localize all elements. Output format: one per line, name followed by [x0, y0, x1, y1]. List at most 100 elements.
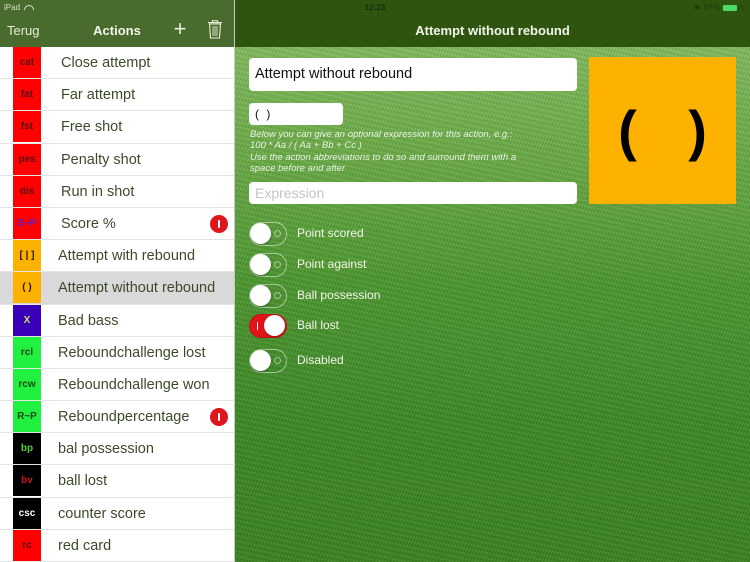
switch-off-mark — [274, 357, 281, 364]
toggle-switch[interactable] — [249, 284, 287, 308]
action-label: Attempt without rebound — [58, 280, 216, 297]
action-label: Attempt with rebound — [58, 248, 196, 265]
action-abbreviation-tile: cat — [13, 47, 41, 78]
action-label: counter score — [58, 505, 146, 522]
toggle-knob[interactable] — [250, 350, 271, 371]
action-list-item[interactable]: bv ball lost — [0, 465, 234, 498]
status-bar-right: ✱ 87% ϟ — [694, 3, 744, 12]
expression-input[interactable] — [249, 182, 577, 204]
action-label: Bad bass — [58, 312, 119, 329]
action-list-item[interactable]: rcl Reboundchallenge lost — [0, 336, 234, 369]
help-line: Below you can give an optional expressio… — [250, 129, 513, 140]
action-list-item[interactable]: fat Far attempt — [0, 79, 234, 112]
action-abbreviation-tile: dis — [13, 175, 41, 207]
switch-on-mark — [257, 322, 258, 330]
help-line: 100 * Aa / ( Aa + Bb + Cc ) — [250, 140, 362, 152]
toggle-label: Ball possession — [297, 288, 381, 302]
status-bar-left: iPad — [4, 3, 32, 12]
warning-mark — [218, 413, 220, 422]
plus-icon[interactable]: + — [171, 18, 189, 40]
help-line: space before and after — [250, 162, 346, 174]
toggle-switch[interactable] — [249, 253, 287, 277]
action-abbreviation-tile: fst — [13, 111, 41, 143]
action-abbreviation-tile: X — [13, 304, 41, 336]
action-abbreviation-tile: rcl — [13, 336, 41, 368]
detail-title: Attempt without rebound — [415, 23, 570, 38]
action-list-item[interactable]: csc counter score — [0, 497, 234, 530]
status-time: 12:23 — [364, 3, 386, 12]
trash-icon[interactable] — [207, 19, 223, 39]
toggle-knob[interactable] — [250, 223, 271, 244]
action-list-item[interactable]: bp bal possession — [0, 433, 234, 466]
toggle-knob[interactable] — [264, 315, 285, 336]
action-abbreviation-tile: rcw — [13, 368, 41, 400]
detail-panel: 12:23 ✱ 87% ϟ Attempt without rebound At… — [235, 0, 750, 562]
toggle-switch[interactable] — [249, 222, 287, 246]
switch-off-mark — [274, 230, 281, 237]
actions-list: cat Close attempt fat Far attempt fst Free sh… — [0, 47, 234, 562]
actions-nav-bar: iPad Terug Actions + — [0, 0, 234, 47]
action-list-item[interactable]: S~P Score % — [0, 207, 234, 241]
action-label: Penalty shot — [61, 151, 141, 168]
action-list-item[interactable]: pes Penalty shot — [0, 143, 234, 176]
action-list-item[interactable]: R~P Reboundpercentage — [0, 401, 234, 434]
action-label: Score % — [61, 215, 116, 232]
action-label: bal possession — [58, 441, 154, 458]
back-button[interactable]: Terug — [7, 23, 40, 38]
actions-panel: iPad Terug Actions + cat Close attempt fat… — [0, 0, 234, 562]
battery-icon — [722, 4, 739, 11]
charging-icon: ϟ — [739, 3, 744, 12]
action-abbreviation-tile: [ | ] — [13, 240, 41, 272]
action-abbreviation-tile: R~P — [13, 401, 41, 433]
action-label: red card — [58, 537, 112, 554]
bluetooth-icon: ✱ — [694, 3, 701, 12]
action-list-item[interactable]: fst Free shot — [0, 111, 234, 144]
device-name: iPad — [4, 3, 21, 12]
wifi-icon — [24, 5, 32, 11]
action-label: Reboundchallenge won — [58, 376, 210, 393]
action-label: ball lost — [58, 473, 108, 490]
action-preview-tile[interactable]: ( ) — [589, 57, 736, 204]
action-abbreviation-tile: fat — [13, 79, 41, 111]
action-label: Far attempt — [61, 87, 136, 104]
action-list-item[interactable]: X Bad bass — [0, 304, 234, 337]
action-abbreviation-tile: bp — [13, 433, 41, 465]
switch-off-mark — [274, 261, 281, 268]
battery-percent: 87% — [703, 3, 720, 12]
toggle-switch[interactable] — [249, 314, 287, 338]
action-abbreviation-tile: ( ) — [13, 272, 41, 304]
warning-icon[interactable] — [210, 408, 228, 427]
action-abbreviation-input[interactable]: ( ) — [249, 103, 343, 125]
action-abbreviation-tile: S~P — [13, 207, 41, 239]
action-abbreviation-tile: pes — [13, 143, 41, 175]
toggle-label: Point scored — [297, 226, 364, 240]
action-list-item[interactable]: dis Run in shot — [0, 175, 234, 208]
warning-icon[interactable] — [210, 214, 228, 233]
toggle-label: Ball lost — [297, 318, 340, 332]
action-list-item[interactable]: ( ) Attempt without rebound — [0, 272, 234, 305]
action-label: Reboundchallenge lost — [58, 344, 206, 361]
toggle-knob[interactable] — [250, 285, 271, 306]
action-name-input[interactable]: Attempt without rebound — [249, 58, 577, 91]
action-abbreviation-tile: rc — [13, 529, 41, 561]
warning-mark — [218, 219, 220, 228]
action-label: Free shot — [61, 119, 123, 136]
expression-help-text: Below you can give an optional expressio… — [250, 129, 580, 174]
action-label: Run in shot — [61, 183, 135, 200]
action-list-item[interactable]: cat Close attempt — [0, 47, 234, 80]
action-list-item[interactable]: [ | ] Attempt with rebound — [0, 240, 234, 273]
action-abbreviation-tile: csc — [13, 497, 41, 529]
toggle-label: Point against — [297, 257, 367, 271]
switch-off-mark — [274, 292, 281, 299]
action-label: Close attempt — [61, 55, 151, 71]
action-list-item[interactable]: rcw Reboundchallenge won — [0, 368, 234, 402]
detail-nav-bar: 12:23 ✱ 87% ϟ Attempt without rebound — [235, 0, 750, 47]
toggle-switch[interactable] — [249, 349, 287, 373]
action-list-item[interactable]: rc red card — [0, 529, 234, 562]
app-root: iPad Terug Actions + cat Close attempt fat… — [0, 0, 750, 562]
toggle-label: Disabled — [297, 353, 344, 367]
help-line: Use the action abbreviations to do so an… — [250, 151, 517, 163]
action-abbreviation-tile: bv — [13, 465, 41, 497]
toggle-knob[interactable] — [250, 254, 271, 275]
action-label: Reboundpercentage — [58, 409, 190, 426]
